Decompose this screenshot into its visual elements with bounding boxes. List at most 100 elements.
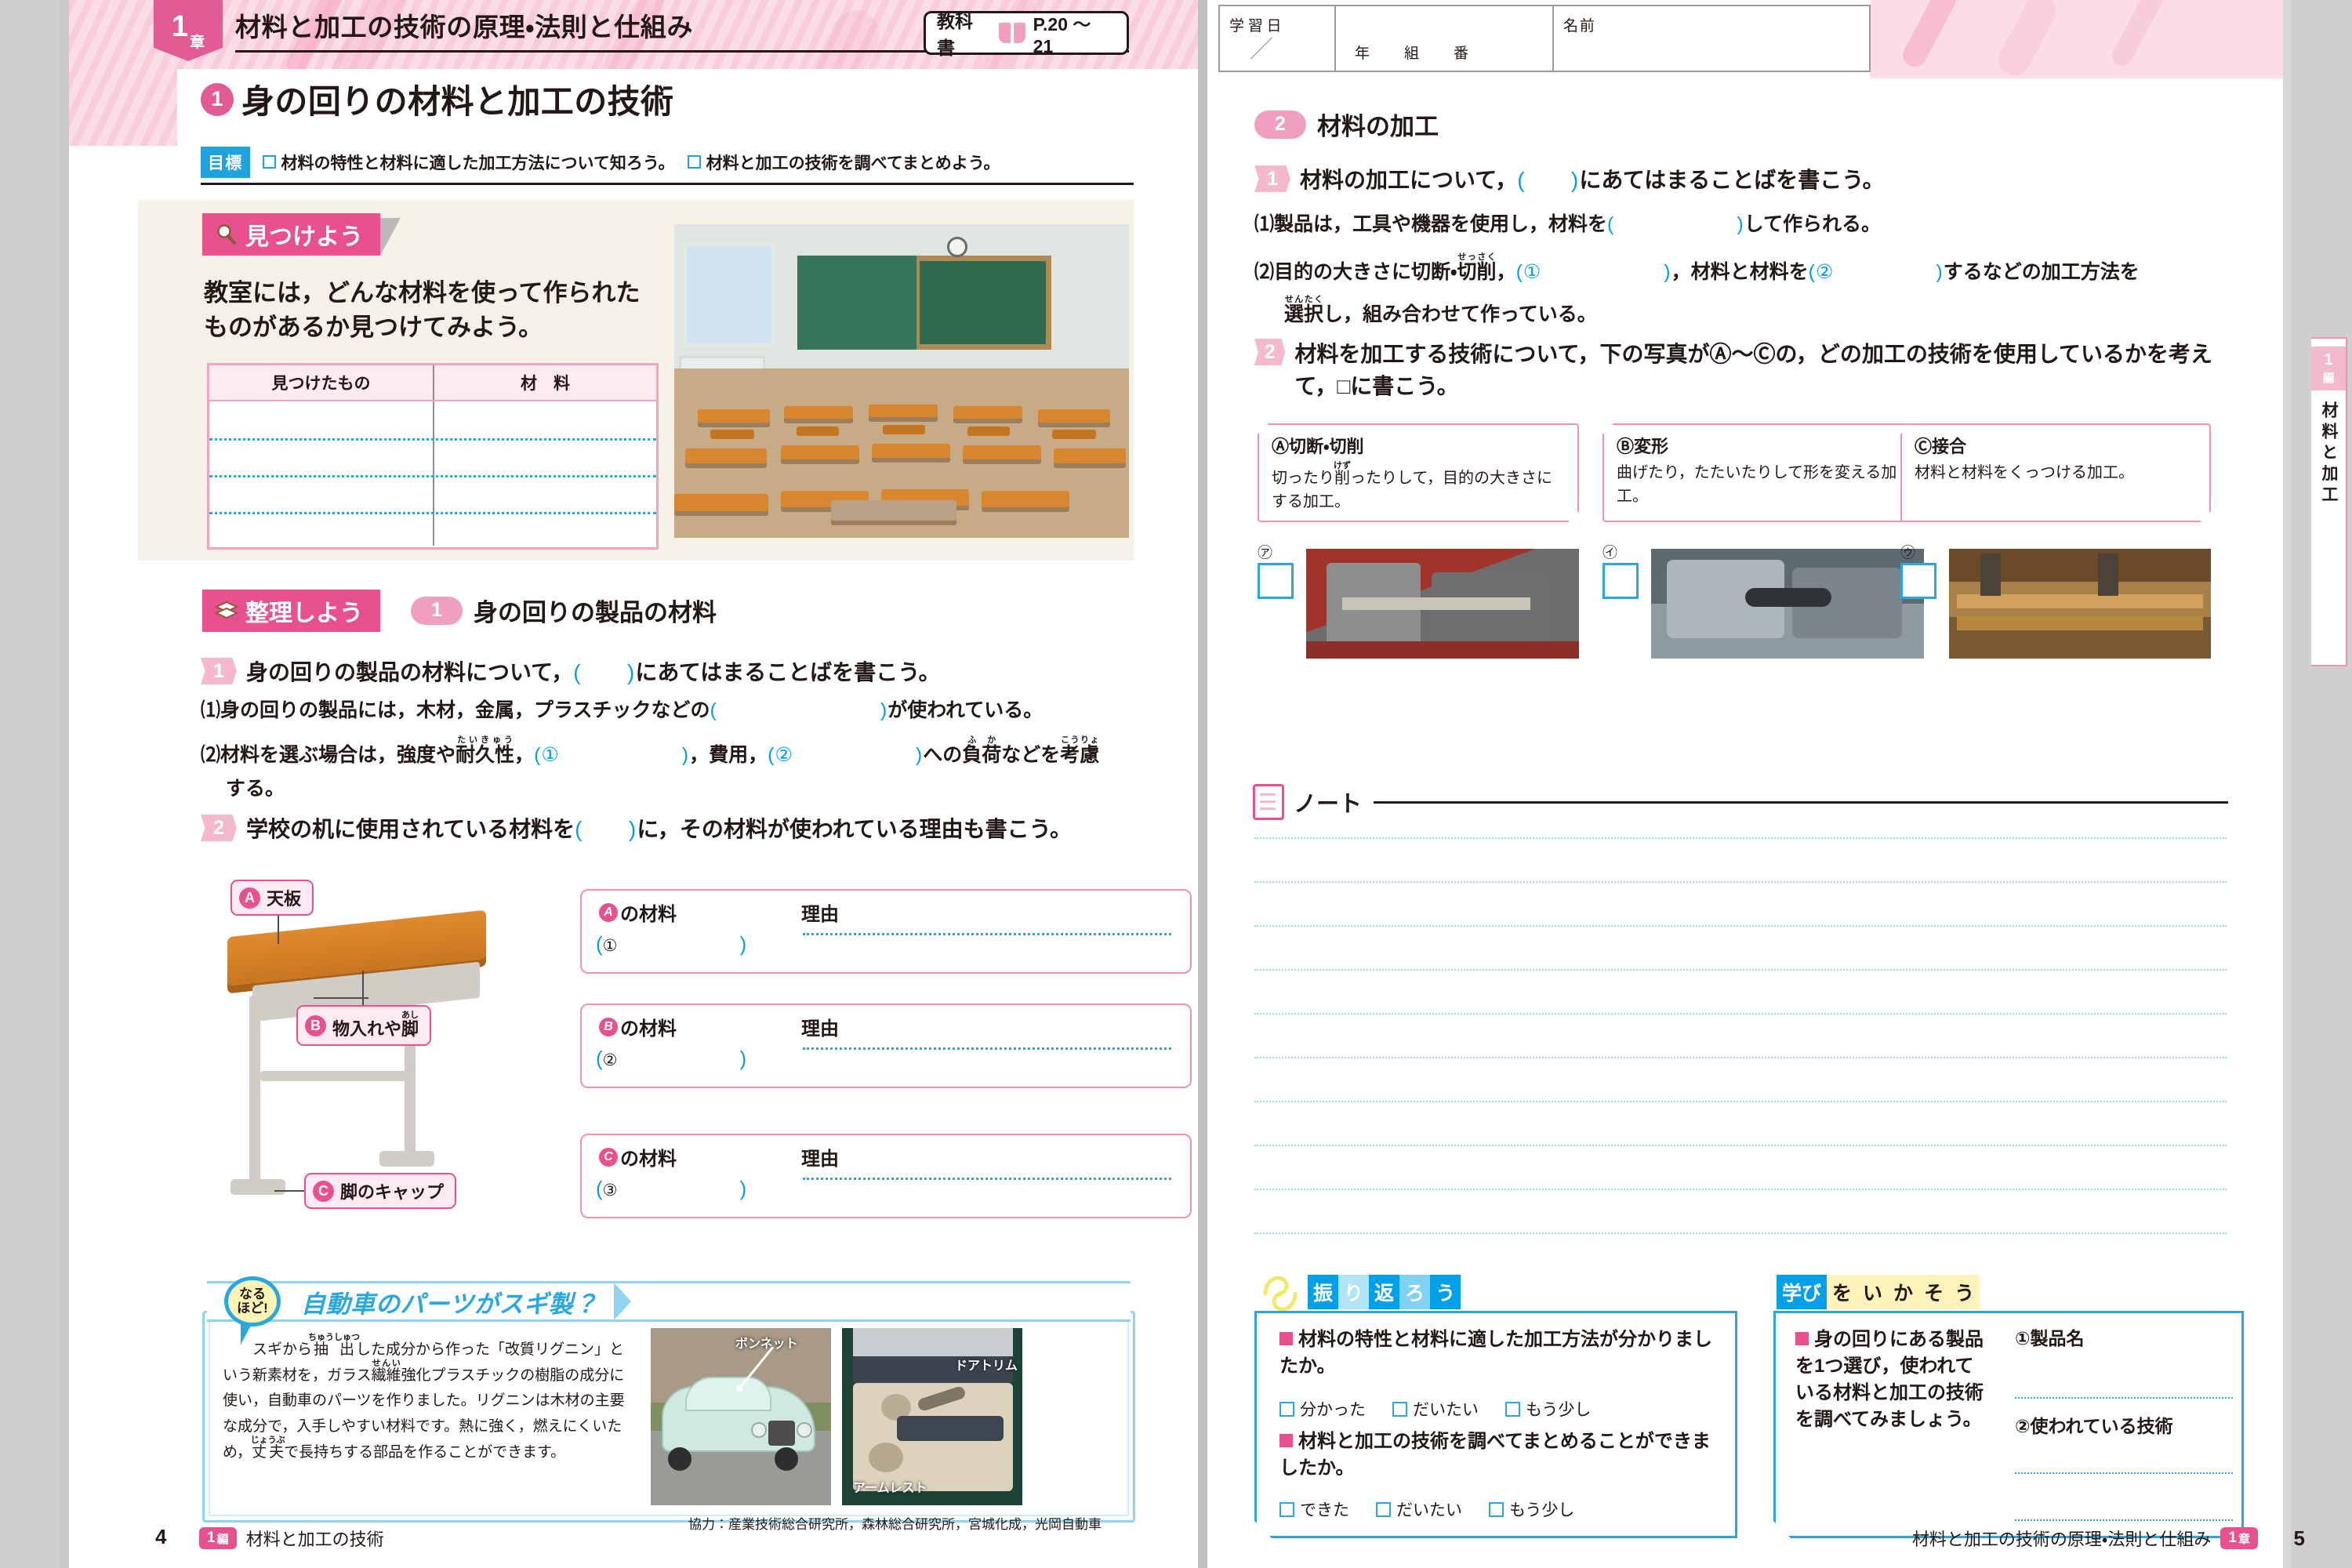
organize-q2-blank[interactable]: ( ): [575, 812, 637, 844]
use-field-2-line[interactable]: [2015, 1472, 2233, 1474]
find-table-body[interactable]: [209, 401, 656, 546]
reflect-title-char: 返: [1369, 1275, 1400, 1309]
organize-q1-blank[interactable]: ( ): [573, 655, 635, 687]
right-section-title: 材料の加工: [1317, 113, 1439, 140]
study-date-cell[interactable]: 学習日 ／: [1220, 6, 1336, 71]
goal-item[interactable]: 材料の特性と材料に適した加工方法について知ろう。: [262, 151, 675, 174]
option-checkbox[interactable]: [1489, 1502, 1504, 1517]
note-line[interactable]: [1254, 837, 2227, 839]
tech-card-a-title: Ⓐ切断・切削: [1272, 437, 1364, 456]
item-blank[interactable]: ( ): [1607, 213, 1744, 235]
goal-item[interactable]: 材料と加工の技術を調べてまとめよう。: [687, 151, 1000, 174]
desk-label-a-text: 天板: [267, 889, 302, 909]
class-number-cell[interactable]: 年 組 番: [1336, 6, 1554, 71]
item-blank-2[interactable]: (② ): [1809, 261, 1944, 283]
photo-answer-box-a[interactable]: [1258, 563, 1294, 599]
desk-key-c: C: [313, 1180, 334, 1202]
answer-box-a[interactable]: A の材料 (① ) 理由: [580, 889, 1196, 978]
option-checkbox[interactable]: [1279, 1402, 1294, 1417]
reflect-options-1[interactable]: 分かった だいたい もう少し: [1279, 1397, 1591, 1421]
reflect-option[interactable]: だいたい: [1392, 1397, 1479, 1421]
layers-icon: [215, 601, 238, 619]
answer-b-reason-line[interactable]: [803, 1047, 1171, 1050]
organize-q2-text-b: に，その材料が使われている理由も書こう。: [637, 817, 1072, 841]
item-text-b: が使われている。: [887, 699, 1044, 721]
reflect-option[interactable]: 分かった: [1279, 1397, 1366, 1421]
bullet-square: [1279, 1434, 1293, 1447]
goal-checkbox[interactable]: [262, 155, 276, 169]
photo-chair: [883, 425, 925, 434]
photo-desk: [982, 491, 1069, 507]
answer-a-reason-line[interactable]: [803, 933, 1171, 935]
goals-tag: 目標: [201, 146, 250, 178]
answer-c-reason-line[interactable]: [803, 1178, 1171, 1180]
photo-window: [683, 243, 775, 347]
note-line[interactable]: [1254, 881, 2227, 883]
note-line[interactable]: [1254, 1057, 2227, 1058]
organize-section-tab-wrap: 整理しよう: [202, 590, 380, 632]
organize-q1-item-2: ⑵材料を選ぶ場合は，強度や耐久性たいきゅう，(① )，費用，(② )への負荷ふか…: [201, 735, 1100, 766]
use-field-1-line[interactable]: [2015, 1397, 2233, 1399]
answer-a-material-label: の材料: [620, 904, 677, 925]
class-number-labels: 年 組 番: [1355, 42, 1468, 63]
option-checkbox[interactable]: [1279, 1502, 1294, 1517]
right-q1-blank[interactable]: ( ): [1517, 163, 1579, 194]
answer-b-material-label: の材料: [620, 1018, 677, 1040]
reflect-option[interactable]: だいたい: [1376, 1497, 1462, 1521]
desk-label-c: C 脚のキャップ: [304, 1173, 457, 1209]
find-section-tab: 見つけよう: [202, 213, 380, 256]
photo-marker-b: ㋑: [1602, 545, 1618, 561]
desk-leg: [405, 977, 416, 1157]
answer-box-b[interactable]: B の材料 (② ) 理由: [580, 1004, 1196, 1093]
organize-subsection: 1 身の回りの製品の材料: [411, 593, 717, 628]
organize-section-tab-label: 整理しよう: [245, 601, 363, 626]
goal-label: 材料の特性と材料に適した加工方法について知ろう。: [281, 154, 675, 172]
answer-a-input[interactable]: (① ): [596, 928, 746, 957]
desk-label-leader: [362, 971, 364, 1008]
note-line[interactable]: [1254, 969, 2227, 971]
tech-card-a: Ⓐ切断・切削 切ったり削けずったりして，目的の大きさにする加工。: [1258, 423, 1579, 522]
photo-answer-box-c[interactable]: [1900, 563, 1936, 599]
note-line[interactable]: [1254, 1013, 2227, 1014]
reflect-options-2[interactable]: できた だいたい もう少し: [1279, 1497, 1574, 1521]
note-line[interactable]: [1254, 1232, 2227, 1234]
option-checkbox[interactable]: [1376, 1502, 1391, 1517]
side-tab-text: 材料と加工: [2320, 401, 2338, 507]
item-blank-2[interactable]: (② ): [768, 744, 923, 766]
reflect-option[interactable]: もう少し: [1505, 1397, 1591, 1421]
photo-answer-box-b[interactable]: [1602, 563, 1639, 599]
student-info-header[interactable]: 学習日 ／ 年 組 番 名前: [1218, 5, 1871, 72]
right-q2-number: 2: [1254, 339, 1286, 365]
photo-desk: [869, 405, 938, 417]
answer-b-input[interactable]: (② ): [596, 1043, 746, 1072]
item-marker: ⑵: [201, 744, 221, 766]
item-blank-1[interactable]: (① ): [534, 744, 689, 766]
note-line[interactable]: [1254, 1189, 2227, 1190]
photo-chair: [967, 426, 1010, 436]
answer-box-c[interactable]: C の材料 (③ ) 理由: [580, 1134, 1196, 1223]
reflect-option[interactable]: もう少し: [1489, 1497, 1574, 1521]
name-cell[interactable]: 名前: [1554, 6, 1869, 71]
find-section-tab-wrap: 見つけよう: [202, 213, 401, 256]
reflect-option[interactable]: できた: [1279, 1497, 1349, 1521]
use-field-2-line[interactable]: [2015, 1519, 2233, 1521]
left-page: 1 章 材料と加工の技術の原理・法則と仕組み 教科書 P.20 ～ 21 1 身…: [69, 0, 1198, 1568]
photo-desk: [953, 406, 1022, 419]
note-line[interactable]: [1254, 925, 2227, 927]
option-checkbox[interactable]: [1505, 1402, 1520, 1417]
answer-c-input[interactable]: (③ ): [596, 1173, 746, 1202]
goal-checkbox[interactable]: [687, 155, 701, 169]
column-arrow-icon: [614, 1283, 631, 1320]
note-line[interactable]: [1254, 1101, 2227, 1102]
tech-card-b: Ⓑ変形 曲げたり，たたいたりして形を変える加工。: [1602, 423, 1924, 522]
photo-desk: [781, 445, 859, 459]
tech-card-c-desc: 材料と材料をくっつける加工。: [1915, 464, 2134, 481]
option-checkbox[interactable]: [1392, 1402, 1407, 1417]
left-page-footer: 1編 材料と加工の技術: [199, 1526, 384, 1551]
chapter-unit: 章: [190, 34, 205, 51]
column-body: スギから抽出ちゅうしゅつした成分から作った「改質リグニン」という新素材を，ガラス…: [223, 1333, 625, 1461]
note-line[interactable]: [1254, 1145, 2227, 1146]
class-label: 組: [1404, 45, 1420, 62]
item-blank-1[interactable]: (① ): [1516, 261, 1671, 283]
item-blank[interactable]: ( ): [710, 699, 888, 721]
